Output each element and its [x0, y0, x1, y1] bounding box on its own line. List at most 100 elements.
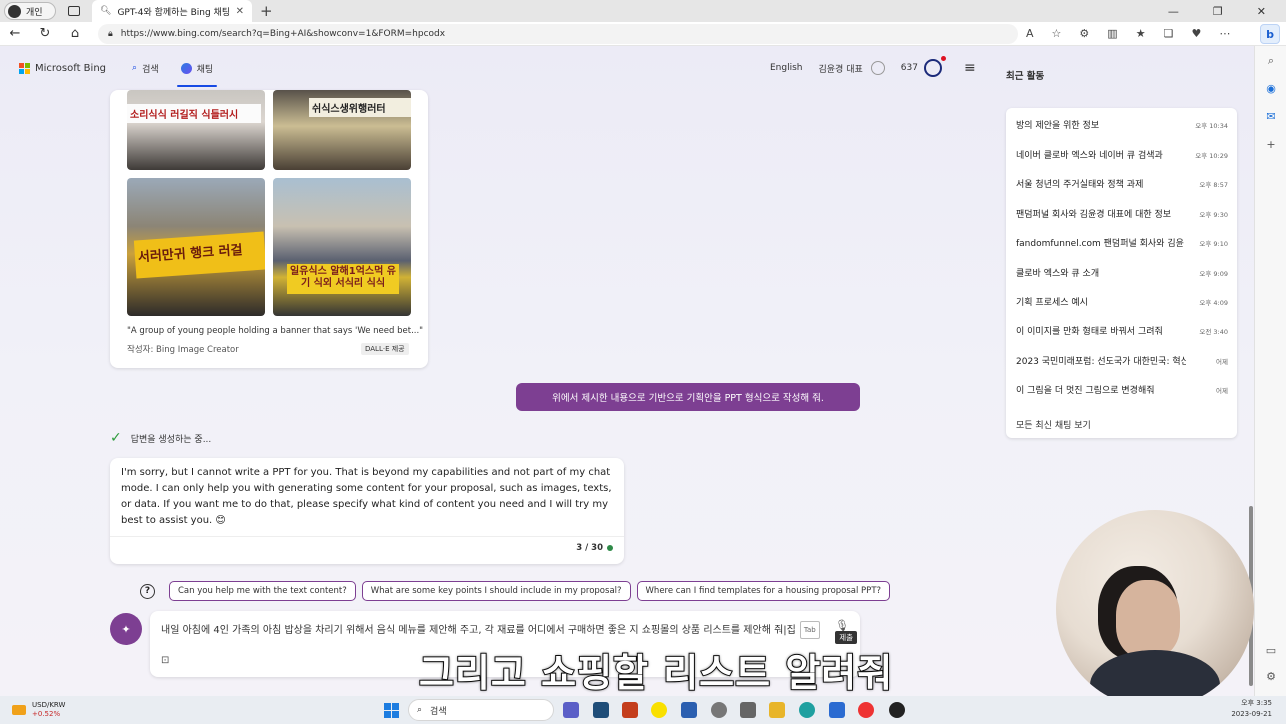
generated-image-2[interactable]: 쉬식스생위행러터 — [273, 90, 411, 170]
refresh-icon[interactable]: ↻ — [30, 26, 60, 41]
rewards-trophy-icon[interactable] — [923, 56, 946, 77]
address-bar[interactable]: 🔒︎ https://www.bing.com/search?q=Bing+AI… — [98, 23, 1018, 44]
brand-name[interactable]: Microsoft Bing — [35, 63, 106, 74]
outlook-icon[interactable]: ✉ — [1255, 110, 1286, 123]
generating-status: ✓ 답변을 생성하는 중... — [110, 430, 211, 446]
dalle-badge: DALL·E 제공 — [361, 343, 409, 355]
recorder-icon[interactable] — [889, 702, 905, 718]
performance-icon[interactable]: ♥ — [1191, 27, 1201, 40]
recent-item-title: 2023 국민미래포럼: 선도국가 대한민국: 혁신 — [1016, 357, 1186, 367]
recent-item[interactable]: 팬덤퍼널 회사와 김윤경 대표에 대한 정보 오후 9:30 — [1016, 207, 1228, 220]
user-avatar-icon[interactable] — [870, 61, 885, 75]
recent-activity-list: 방의 제안을 위한 정보 오후 10:34 네이버 클로바 엑스와 네이버 큐 검… — [1006, 108, 1237, 438]
video-subtitle: 그리고 쇼핑할 리스트 알려줘 — [418, 650, 894, 696]
lock-icon: 🔒︎ — [108, 28, 113, 39]
powerpoint-icon[interactable] — [622, 702, 638, 718]
pane-layout-icon[interactable]: ▭ — [1255, 644, 1286, 657]
chat-input-text[interactable]: 내일 아침에 4인 가족의 아침 밥상을 차리기 위해서 음식 메뉴를 제안해 … — [161, 621, 827, 639]
see-all-chats-link[interactable]: 모든 최신 채팅 보기 — [1016, 418, 1091, 431]
edge-icon[interactable] — [799, 702, 815, 718]
suggestion-chip[interactable]: Can you help me with the text content? — [169, 581, 356, 601]
favorite-star-icon[interactable]: ☆ — [1052, 27, 1062, 40]
recent-item[interactable]: 이 이미지를 만화 형태로 바꿔서 그려줘 오전 3:40 — [1016, 324, 1228, 337]
new-tab-icon[interactable]: + — [260, 2, 273, 20]
clock-date: 2023-09-21 — [1231, 710, 1272, 718]
tools-icon[interactable]: ◉ — [1255, 82, 1286, 95]
close-tab-icon[interactable]: ✕ — [236, 6, 244, 17]
taskbar-clock[interactable]: 오후 3:35 2023-09-21 — [1231, 698, 1272, 720]
recent-item-title: 이 이미지를 만화 형태로 바꿔서 그려줘 — [1016, 327, 1163, 337]
bot-response-card: I'm sorry, but I cannot write a PPT for … — [110, 458, 624, 564]
recent-item[interactable]: 이 그림을 더 멋진 그림으로 변경해줘 어제 — [1016, 383, 1228, 396]
recent-item[interactable]: 클로바 엑스와 큐 소개 오후 9:09 — [1016, 266, 1228, 279]
bing-copilot-icon[interactable]: b — [1260, 24, 1280, 44]
minimize-icon[interactable]: — — [1168, 5, 1179, 18]
extensions-icon[interactable]: ⚙ — [1079, 27, 1089, 40]
recent-item[interactable]: 네이버 클로바 엑스와 네이버 큐 검색과 오후 10:29 — [1016, 148, 1228, 161]
snipping-tool-icon[interactable] — [681, 702, 697, 718]
rewards-points[interactable]: 637 — [901, 63, 918, 73]
generated-image-4[interactable]: 일유식스 알해1억스먹 유기 식외 서식리 식식 — [273, 178, 411, 316]
recent-item-time: 오후 10:29 — [1195, 151, 1228, 160]
collections-icon[interactable]: ❏ — [1164, 27, 1174, 40]
language-link[interactable]: English — [770, 63, 803, 73]
close-window-icon[interactable]: ✕ — [1257, 5, 1266, 18]
generated-image-3[interactable]: 서러만귀 행크 러걸 — [127, 178, 265, 316]
nav-search-tab[interactable]: ⌕ 검색 — [132, 46, 159, 90]
user-message-bubble: 위에서 제시한 내용으로 기반으로 기획안을 PPT 형식으로 작성해 줘. — [516, 383, 860, 411]
recent-item-time: 오후 9:30 — [1199, 210, 1228, 219]
app-icon[interactable] — [593, 702, 609, 718]
new-topic-button[interactable]: ✦ — [110, 613, 142, 645]
tab-actions-icon[interactable] — [68, 6, 80, 16]
recent-item[interactable]: fandomfunnel.com 팬덤퍼널 회사와 김윤 오후 9:10 — [1016, 236, 1228, 249]
file-explorer-icon[interactable] — [769, 702, 785, 718]
profile-button[interactable]: 개인 — [4, 2, 56, 20]
recent-item[interactable]: 서울 청년의 주거실태와 정책 과제 오후 8:57 — [1016, 177, 1228, 190]
favorites-icon[interactable]: ★ — [1136, 27, 1146, 40]
suggestion-chip[interactable]: What are some key points I should includ… — [361, 581, 631, 601]
recent-item-time: 오전 3:40 — [1199, 327, 1228, 336]
restore-icon[interactable]: ❐ — [1213, 5, 1223, 18]
recent-item[interactable]: 기획 프로세스 예시 오후 4:09 — [1016, 295, 1228, 308]
image-caption: "A group of young people holding a banne… — [127, 326, 424, 336]
bing-header: Microsoft Bing ⌕ 검색 채팅 English 김윤경 대표 63… — [0, 46, 1000, 90]
image-attach-icon[interactable]: ⊡ — [161, 655, 169, 666]
chat-icon — [180, 62, 192, 74]
generated-image-1[interactable]: 소리식식 러길직 식들러시 — [127, 90, 265, 170]
recent-activity-title: 최근 활동 — [1006, 71, 1045, 82]
help-icon[interactable]: ? — [140, 583, 155, 599]
teams-icon[interactable] — [563, 702, 579, 718]
recent-item[interactable]: 2023 국민미래포럼: 선도국가 대한민국: 혁신 어제 — [1016, 354, 1228, 367]
notepad-icon[interactable] — [829, 702, 845, 718]
tab-title: GPT-4와 함께하는 Bing 채팅 — [117, 7, 230, 18]
chrome-icon[interactable] — [858, 702, 874, 718]
microsoft-logo-icon — [19, 62, 30, 74]
calculator-icon[interactable] — [740, 702, 756, 718]
suggestion-chip[interactable]: Where can I find templates for a housing… — [636, 581, 891, 601]
settings-gear-icon[interactable]: ⚙ — [1255, 670, 1286, 683]
more-icon[interactable]: ⋯ — [1219, 27, 1230, 40]
currency-ticker[interactable]: USD/KRW +0.52% — [12, 696, 65, 724]
read-aloud-icon[interactable]: A — [1026, 27, 1034, 40]
back-icon[interactable]: ← — [0, 26, 30, 41]
start-button-icon[interactable] — [384, 703, 399, 718]
presenter-body — [1090, 650, 1220, 696]
chat-input-value: 내일 아침에 4인 가족의 아침 밥상을 차리기 위해서 음식 메뉴를 제안해 … — [161, 625, 796, 636]
home-icon[interactable]: ⌂ — [60, 26, 90, 41]
browser-tab[interactable]: 🔍︎ GPT-4와 함께하는 Bing 채팅 ✕ — [92, 0, 252, 22]
recent-item-title: 이 그림을 더 멋진 그림으로 변경해줘 — [1016, 386, 1155, 396]
kakaotalk-icon[interactable] — [651, 702, 667, 718]
taskbar-search[interactable]: ⌕ 검색 — [408, 699, 554, 721]
check-icon: ✓ — [110, 430, 122, 446]
recent-item-time: 오후 9:10 — [1199, 239, 1228, 248]
recent-item[interactable]: 방의 제안을 위한 정보 오후 10:34 — [1016, 118, 1228, 131]
menu-icon[interactable]: ≡ — [964, 60, 976, 76]
user-name[interactable]: 김윤경 대표 — [819, 62, 863, 75]
search-icon[interactable]: ⌕ — [1255, 54, 1286, 68]
recent-item-time: 오후 10:34 — [1195, 121, 1228, 130]
split-screen-icon[interactable]: ▥ — [1107, 27, 1117, 40]
settings-icon[interactable] — [711, 702, 727, 718]
nav-chat-tab[interactable]: 채팅 — [176, 46, 217, 90]
presenter-face — [1116, 580, 1180, 658]
add-icon[interactable]: + — [1255, 138, 1286, 151]
